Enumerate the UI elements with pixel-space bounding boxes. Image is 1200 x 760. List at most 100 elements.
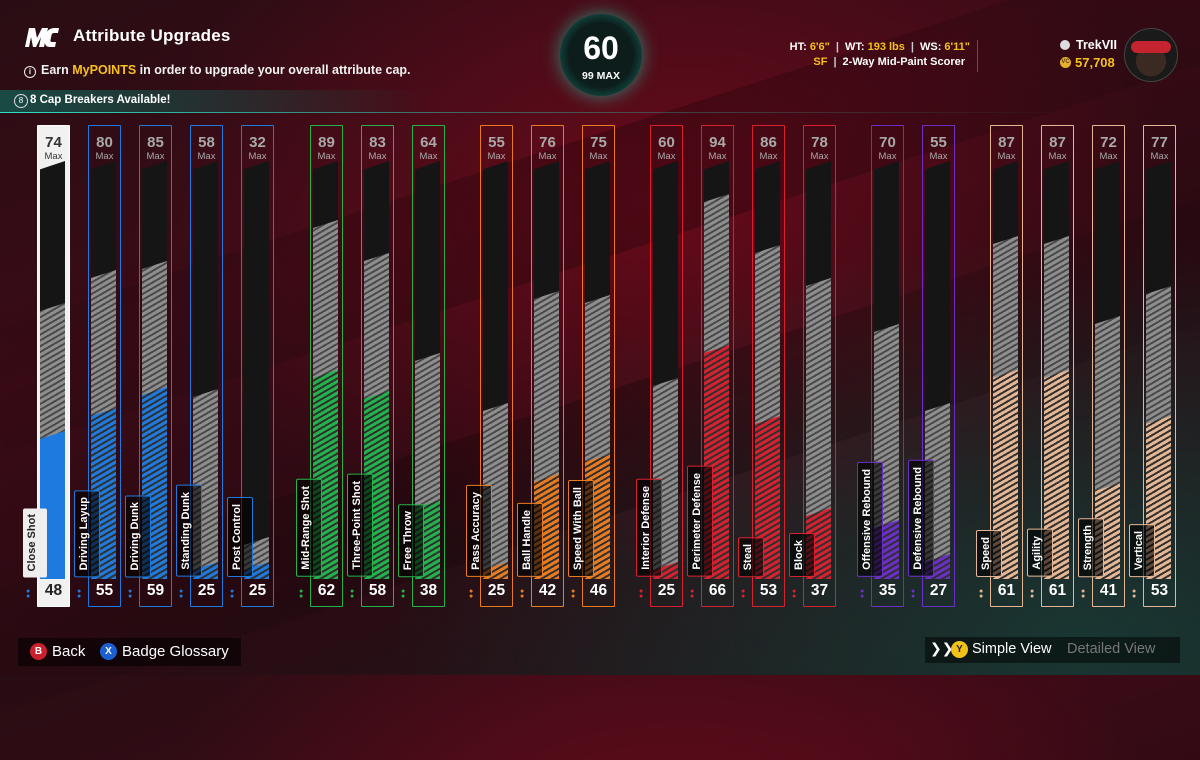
max-label: Max (487, 151, 506, 162)
attribute-bar-defensive-rebound[interactable]: 55 Max 27 Defensive Rebound ● ● (908, 125, 955, 607)
max-label: Max (538, 151, 557, 162)
info-suffix: in order to upgrade your overall attribu… (136, 63, 411, 77)
attribute-label: Perimeter Defense (687, 466, 713, 577)
current-value: 37 (810, 582, 829, 599)
current-value: 61 (997, 582, 1016, 599)
current-value: 48 (44, 582, 63, 599)
cap-breaker-icon: 8 (14, 94, 28, 108)
max-value: 70 (879, 134, 896, 151)
info-message: i Earn MyPOINTS in order to upgrade your … (24, 63, 411, 78)
vc-coin-icon: VC (1060, 57, 1071, 68)
attribute-bar-close-shot[interactable]: 74 Max 48 Close Shot ● ● (23, 125, 70, 607)
max-label: Max (708, 151, 727, 162)
attribute-label: Agility (1027, 529, 1053, 577)
weight-value: 193 lbs (867, 41, 905, 53)
attribute-label: Vertical (1129, 523, 1155, 577)
upgrade-dots-icon: ● ● (1030, 588, 1035, 600)
current-value: 25 (657, 582, 676, 599)
current-value: 53 (1150, 582, 1169, 599)
upgrade-dots-icon: ● ● (1132, 588, 1137, 600)
attribute-bar-ball-handle[interactable]: 76 Max 42 Ball Handle ● ● (517, 125, 564, 607)
upgrade-dots-icon: ● ● (979, 588, 984, 600)
attribute-label: Driving Dunk (125, 494, 151, 577)
mc-logo-icon (25, 28, 59, 47)
divider (977, 40, 978, 72)
max-value: 85 (147, 134, 164, 151)
attribute-bar-three-point-shot[interactable]: 83 Max 58 Three-Point Shot ● ● (347, 125, 394, 607)
simple-view-option[interactable]: Simple View (972, 641, 1052, 657)
attribute-bar-speed-with-ball[interactable]: 75 Max 46 Speed With Ball ● ● (568, 125, 615, 607)
upgrade-dots-icon: ● ● (179, 588, 184, 600)
attribute-bar-standing-dunk[interactable]: 58 Max 25 Standing Dunk ● ● (176, 125, 223, 607)
attribute-label: Strength (1078, 517, 1104, 577)
attribute-bar-steal[interactable]: 86 Max 53 Steal ● ● (738, 125, 785, 607)
max-label: Max (589, 151, 608, 162)
attribute-label: Driving Layup (74, 489, 100, 577)
max-value: 74 (45, 134, 62, 151)
current-value: 38 (419, 582, 438, 599)
bar-track (1044, 161, 1069, 579)
attribute-bar-vertical[interactable]: 77 Max 53 Vertical ● ● (1129, 125, 1176, 607)
attribute-bar-mid-range-shot[interactable]: 89 Max 62 Mid-Range Shot ● ● (296, 125, 343, 607)
player-role: SF | 2-Way Mid-Paint Scorer (813, 56, 965, 68)
attribute-label: Ball Handle (517, 503, 543, 577)
max-label: Max (419, 151, 438, 162)
max-label: Max (197, 151, 216, 162)
player-measurements: HT: 6'6" | WT: 193 lbs | WS: 6'11" (789, 41, 970, 53)
upgrade-dots-icon: ● ● (26, 588, 31, 600)
attribute-bar-strength[interactable]: 72 Max 41 Strength ● ● (1078, 125, 1125, 607)
weight-label: WT: (844, 41, 865, 53)
upgrade-dots-icon: ● ● (792, 588, 797, 600)
back-button[interactable]: Back (52, 643, 85, 660)
x-button-icon[interactable]: X (100, 643, 117, 660)
max-label: Max (929, 151, 948, 162)
current-value: 46 (589, 582, 608, 599)
current-value: 62 (317, 582, 336, 599)
current-value: 35 (878, 582, 897, 599)
current-value: 25 (487, 582, 506, 599)
attribute-bar-agility[interactable]: 87 Max 61 Agility ● ● (1027, 125, 1074, 607)
max-value: 87 (998, 134, 1015, 151)
max-label: Max (44, 151, 63, 162)
badge-glossary-button[interactable]: Badge Glossary (122, 643, 229, 660)
b-button-icon[interactable]: B (30, 643, 47, 660)
upgrade-dots-icon: ● ● (520, 588, 525, 600)
attribute-label: Defensive Rebound (908, 460, 934, 577)
mypoints-highlight: MyPOINTS (72, 63, 137, 77)
attribute-bar-perimeter-defense[interactable]: 94 Max 66 Perimeter Defense ● ● (687, 125, 734, 607)
attribute-bar-block[interactable]: 78 Max 37 Block ● ● (789, 125, 836, 607)
max-label: Max (1099, 151, 1118, 162)
max-value: 76 (539, 134, 556, 151)
attribute-bar-post-control[interactable]: 32 Max 25 Post Control ● ● (227, 125, 274, 607)
avatar (1124, 28, 1178, 82)
max-label: Max (1048, 151, 1067, 162)
double-chevron-icon: ❯❯ (930, 640, 954, 656)
max-value: 77 (1151, 134, 1168, 151)
current-value: 58 (368, 582, 387, 599)
attribute-bar-offensive-rebound[interactable]: 70 Max 35 Offensive Rebound ● ● (857, 125, 904, 607)
current-value: 66 (708, 582, 727, 599)
max-value: 87 (1049, 134, 1066, 151)
goggles-icon (1131, 41, 1171, 53)
detailed-view-option[interactable]: Detailed View (1067, 641, 1155, 657)
wingspan-label: WS: (919, 41, 942, 53)
upgrade-dots-icon: ● ● (230, 588, 235, 600)
overall-rating-value: 60 (583, 30, 619, 66)
attribute-bar-driving-layup[interactable]: 80 Max 55 Driving Layup ● ● (74, 125, 121, 607)
attribute-label: Close Shot (23, 507, 47, 577)
max-value: 64 (420, 134, 437, 151)
xbox-icon (1060, 40, 1070, 50)
attribute-bar-interior-defense[interactable]: 60 Max 25 Interior Defense ● ● (636, 125, 683, 607)
upgrade-dots-icon: ● ● (77, 588, 82, 600)
attribute-bar-speed[interactable]: 87 Max 61 Speed ● ● (976, 125, 1023, 607)
attribute-bar-free-throw[interactable]: 64 Max 38 Free Throw ● ● (398, 125, 445, 607)
attribute-bar-driving-dunk[interactable]: 85 Max 59 Driving Dunk ● ● (125, 125, 172, 607)
attribute-label: Interior Defense (636, 479, 662, 577)
y-button-icon[interactable]: Y (951, 641, 968, 658)
wingspan-value: 6'11" (944, 41, 970, 53)
max-value: 32 (249, 134, 266, 151)
max-label: Max (95, 151, 114, 162)
accent-line (0, 112, 1200, 113)
attribute-bar-pass-accuracy[interactable]: 55 Max 25 Pass Accuracy ● ● (466, 125, 513, 607)
upgrade-dots-icon: ● ● (299, 588, 304, 600)
